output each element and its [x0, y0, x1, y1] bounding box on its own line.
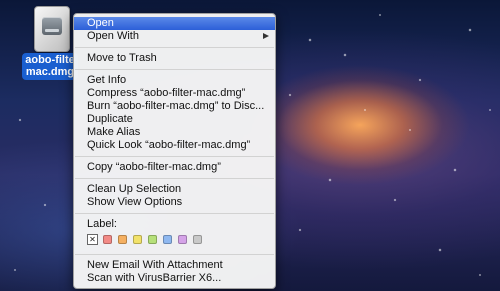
file-label-line2: mac.dmg — [25, 66, 75, 78]
menu-item-quick-look[interactable]: Quick Look “aobo-filter-mac.dmg” — [74, 139, 275, 152]
label-color-row: ✕ — [74, 233, 275, 245]
label-swatch-green[interactable] — [148, 234, 157, 244]
label-swatch-orange[interactable] — [118, 234, 127, 244]
menu-item-scan-virusbarrier[interactable]: Scan with VirusBarrier X6... — [74, 272, 275, 285]
menu-item-show-view-options[interactable]: Show View Options — [74, 196, 275, 209]
menu-item-open-with[interactable]: Open With — [74, 30, 275, 43]
menu-item-open[interactable]: Open — [74, 17, 275, 30]
drive-glyph — [42, 17, 62, 35]
label-swatch-gray[interactable] — [193, 234, 202, 244]
menu-item-duplicate[interactable]: Duplicate — [74, 113, 275, 126]
menu-separator — [75, 254, 274, 255]
menu-item-compress[interactable]: Compress “aobo-filter-mac.dmg” — [74, 87, 275, 100]
label-caption: Label: — [87, 218, 117, 230]
menu-separator — [75, 47, 274, 48]
file-label-line1: aobo-filte — [25, 54, 75, 66]
menu-item-burn[interactable]: Burn “aobo-filter-mac.dmg” to Disc... — [74, 100, 275, 113]
menu-separator — [75, 178, 274, 179]
label-swatch-yellow[interactable] — [133, 234, 142, 244]
label-swatch-purple[interactable] — [178, 234, 187, 244]
label-none-icon[interactable]: ✕ — [87, 233, 98, 245]
desktop-file-label[interactable]: aobo-filte mac.dmg — [22, 53, 78, 80]
menu-item-clean-up-selection[interactable]: Clean Up Selection — [74, 183, 275, 196]
menu-separator — [75, 69, 274, 70]
menu-item-get-info[interactable]: Get Info — [74, 74, 275, 87]
menu-item-open-with-label: Open With — [87, 30, 139, 42]
context-menu: Open Open With Move to Trash Get Info Co… — [73, 13, 276, 289]
label-swatch-red[interactable] — [103, 234, 112, 244]
disk-image-icon[interactable] — [34, 6, 70, 52]
menu-item-new-email-with-attachment[interactable]: New Email With Attachment — [74, 259, 275, 272]
menu-separator — [75, 156, 274, 157]
menu-item-copy[interactable]: Copy “aobo-filter-mac.dmg” — [74, 161, 275, 174]
menu-separator — [75, 213, 274, 214]
menu-item-move-to-trash[interactable]: Move to Trash — [74, 52, 275, 65]
menu-item-make-alias[interactable]: Make Alias — [74, 126, 275, 139]
submenu-arrow-icon — [263, 33, 269, 39]
label-swatch-blue[interactable] — [163, 234, 172, 244]
